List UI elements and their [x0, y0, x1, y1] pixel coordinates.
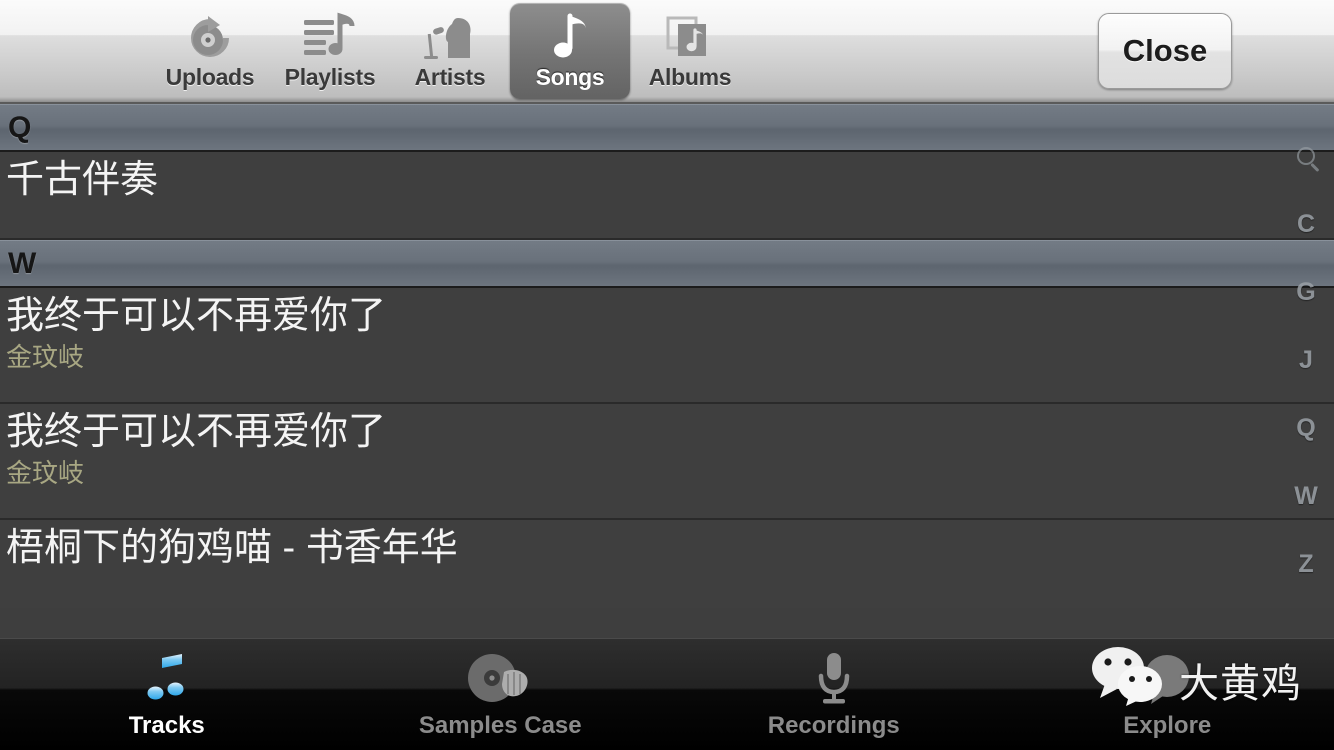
toolbar-item-label: Artists — [414, 63, 486, 90]
playlist-note-icon — [302, 12, 358, 62]
song-artist: 金玟岐 — [6, 457, 85, 488]
toolbar-item-artists[interactable]: Artists — [390, 3, 510, 99]
alphabet-index-strip[interactable]: C G J Q W Z — [1278, 104, 1334, 638]
toolbar-item-albums[interactable]: Albums — [630, 3, 750, 99]
album-stack-icon — [664, 12, 716, 62]
bottom-tab-bar: Tracks Samples Case Recordings Explore — [0, 638, 1334, 750]
table-row[interactable]: 梧桐下的狗鸡喵 - 书香年华 — [0, 520, 1334, 608]
index-letter-w[interactable]: W — [1278, 462, 1334, 530]
index-letter-j[interactable]: J — [1278, 326, 1334, 394]
music-note-icon — [548, 12, 592, 62]
tab-samples-case[interactable]: Samples Case — [334, 639, 668, 750]
song-title: 我终于可以不再爱你了 — [6, 411, 387, 453]
music-library-screen: Uploads Playlists Artists Songs Albums C… — [0, 0, 1334, 750]
record-upload-icon — [184, 12, 236, 62]
table-row[interactable]: 我终于可以不再爱你了 金玟岐 — [0, 404, 1334, 520]
section-header-w: W — [0, 240, 1334, 288]
tab-label: Samples Case — [418, 711, 582, 739]
table-row[interactable]: 我终于可以不再爱你了 金玟岐 — [0, 288, 1334, 404]
toolbar-item-label: Playlists — [284, 63, 376, 90]
close-button[interactable]: Close — [1098, 13, 1232, 89]
toolbar-item-label: Albums — [648, 63, 732, 90]
song-title: 梧桐下的狗鸡喵 - 书香年华 — [6, 527, 458, 569]
tab-tracks[interactable]: Tracks — [0, 639, 334, 750]
tab-label: Tracks — [128, 711, 205, 739]
song-list[interactable]: Q 千古伴奏 W 我终于可以不再爱你了 金玟岐 我终于可以不再爱你了 金玟岐 梧… — [0, 104, 1334, 638]
music-note-icon — [138, 650, 196, 708]
top-toolbar: Uploads Playlists Artists Songs Albums C… — [0, 0, 1334, 104]
section-header-label: Q — [8, 110, 32, 144]
section-header-label: W — [8, 246, 37, 280]
singer-mic-icon — [422, 12, 478, 62]
toolbar-item-songs[interactable]: Songs — [510, 3, 630, 99]
record-hand-icon — [464, 650, 536, 708]
toolbar-item-label: Uploads — [165, 63, 255, 90]
search-icon[interactable] — [1278, 122, 1334, 190]
tab-recordings[interactable]: Recordings — [667, 639, 1001, 750]
toolbar-item-uploads[interactable]: Uploads — [150, 3, 270, 99]
index-letter-q[interactable]: Q — [1278, 394, 1334, 462]
song-title: 我终于可以不再爱你了 — [6, 295, 387, 337]
tab-explore[interactable]: Explore — [1001, 639, 1334, 750]
index-letter-c[interactable]: C — [1278, 190, 1334, 258]
section-header-q: Q — [0, 104, 1334, 152]
song-title: 千古伴奏 — [6, 159, 159, 201]
tab-label: Explore — [1123, 711, 1212, 739]
index-letter-g[interactable]: G — [1278, 258, 1334, 326]
tab-label: Recordings — [767, 711, 900, 739]
toolbar-item-label: Songs — [535, 63, 605, 90]
globe-bubble-icon — [1138, 650, 1196, 708]
table-row[interactable]: 千古伴奏 — [0, 152, 1334, 240]
microphone-icon — [812, 650, 856, 708]
toolbar-item-playlists[interactable]: Playlists — [270, 3, 390, 99]
song-artist: 金玟岐 — [6, 341, 85, 372]
index-letter-z[interactable]: Z — [1278, 530, 1334, 598]
